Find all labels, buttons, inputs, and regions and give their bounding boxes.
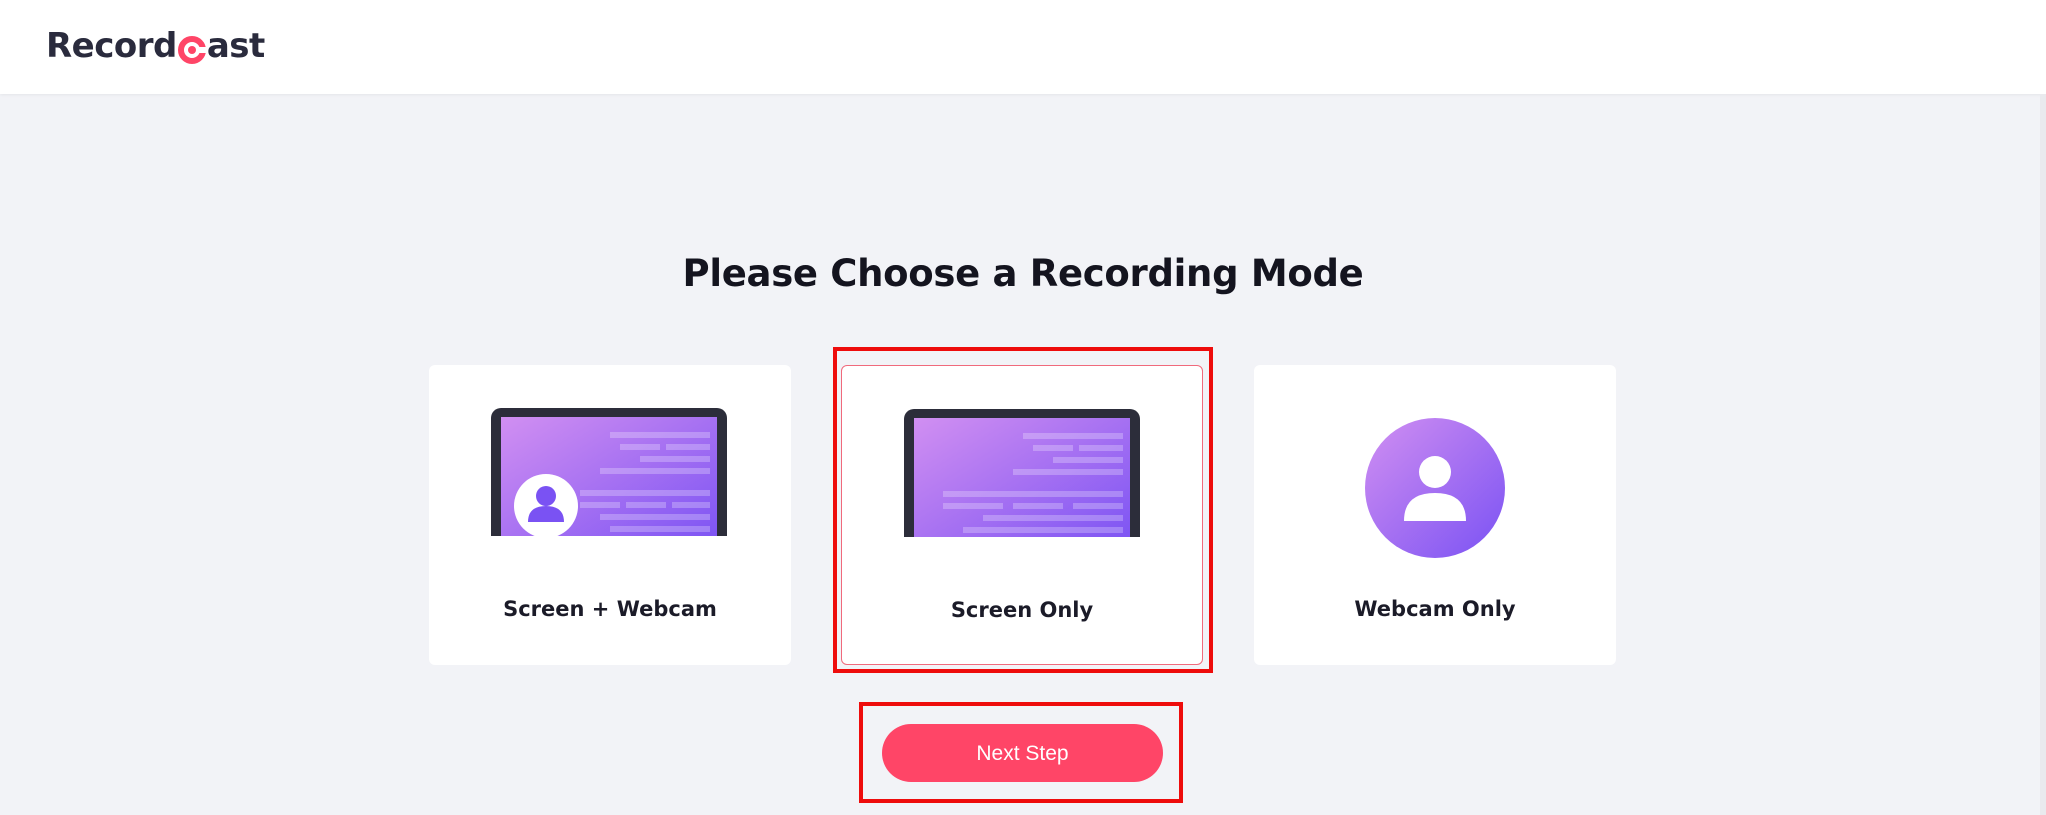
laptop-screen-icon — [883, 409, 1163, 567]
page-title: Please Choose a Recording Mode — [682, 252, 1364, 295]
mode-label: Webcam Only — [1354, 597, 1516, 621]
logo-text-part2: ast — [206, 26, 265, 66]
recordcast-logo[interactable]: Record ast — [46, 25, 265, 67]
mode-label: Screen + Webcam — [503, 597, 717, 621]
user-avatar-icon — [1364, 417, 1506, 559]
record-c-icon — [177, 33, 206, 64]
top-header: Record ast — [0, 0, 2046, 94]
scrollbar[interactable] — [2040, 94, 2046, 815]
next-step-button[interactable]: Next Step — [882, 724, 1163, 782]
mode-label: Screen Only — [950, 598, 1094, 622]
laptop-with-webcam-icon — [470, 408, 750, 566]
mode-card-webcam-only[interactable]: Webcam Only — [1254, 365, 1616, 665]
logo-text-part1: Record — [46, 26, 177, 66]
mode-card-screen-only[interactable]: Screen Only — [841, 365, 1203, 665]
mode-card-screen-webcam[interactable]: Screen + Webcam — [429, 365, 791, 665]
